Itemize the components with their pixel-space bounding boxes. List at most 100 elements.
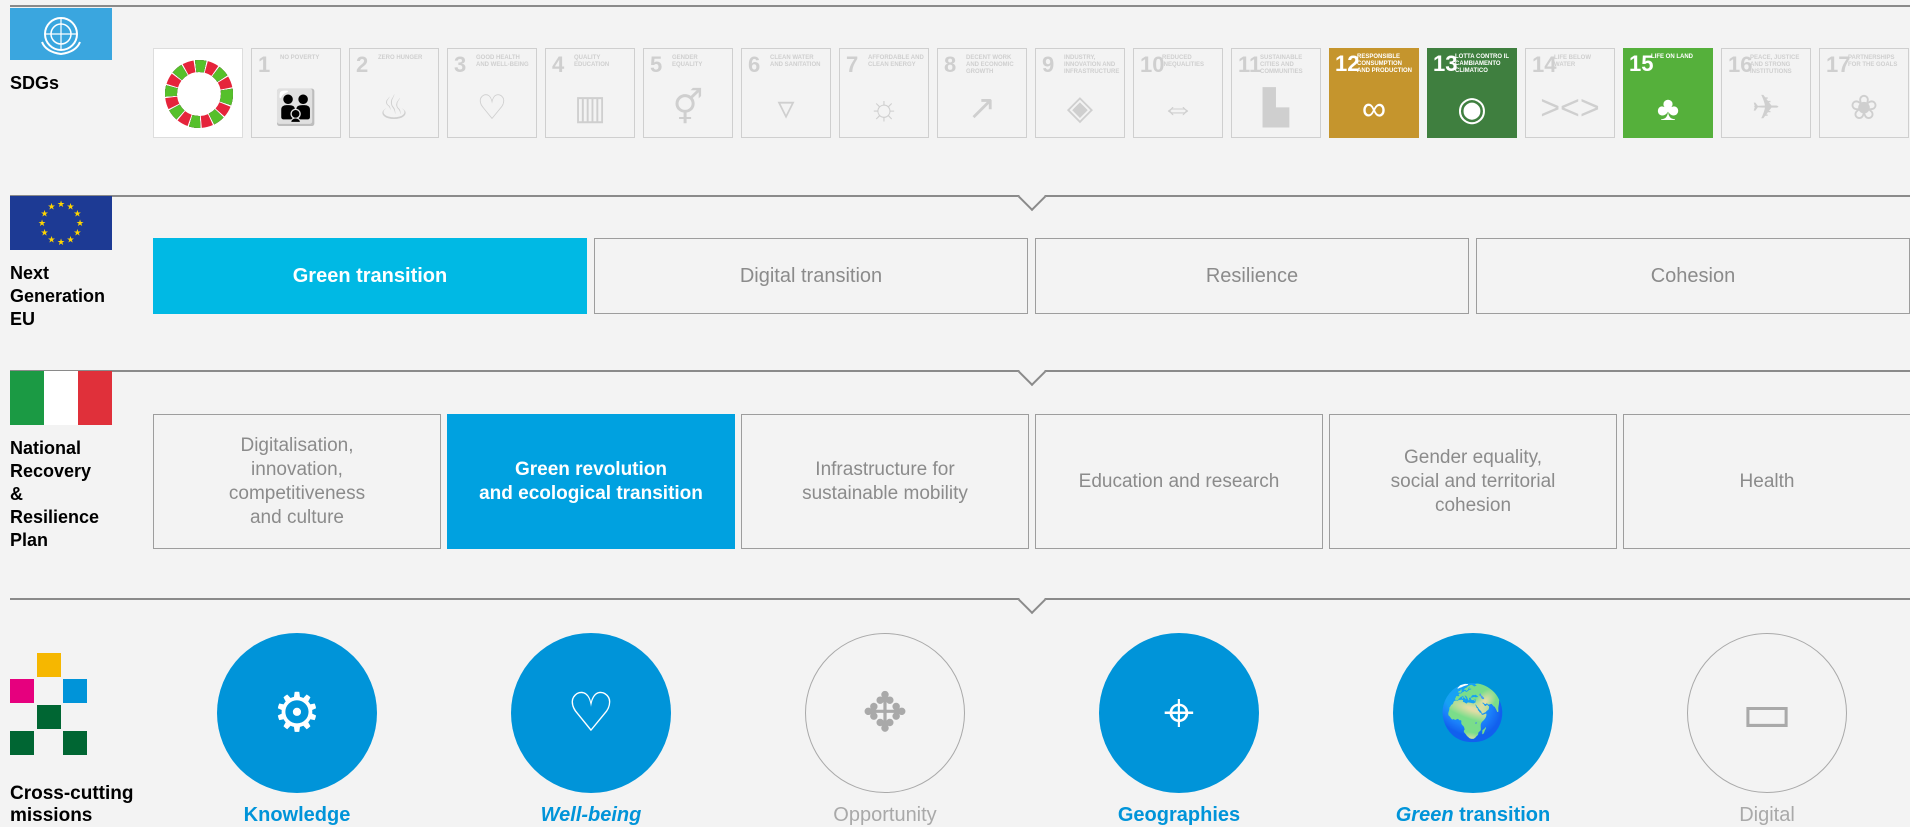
sdg-tile-17: 17 Partnerships for the goals ❀ bbox=[1819, 48, 1909, 138]
sdg-tile-16: 16 Peace, justice and strong institutions… bbox=[1721, 48, 1811, 138]
mission-label-emphasis: Green bbox=[1395, 804, 1454, 826]
sdg-number: 7 bbox=[846, 52, 859, 77]
person-arrows-icon: ✥ bbox=[862, 683, 908, 743]
mission-label-text: Knowledge bbox=[243, 804, 351, 826]
mission-circle-5: 🌍 bbox=[1393, 633, 1553, 793]
sdg-number: 3 bbox=[454, 52, 467, 77]
mission-label: Geographies bbox=[1069, 803, 1289, 827]
un-logo bbox=[10, 8, 112, 60]
city-icon: ▙ bbox=[1262, 89, 1290, 127]
sdg-title: No poverty bbox=[280, 55, 320, 61]
people-icon: 👪 bbox=[274, 89, 318, 127]
infinity-icon: ∞ bbox=[1361, 89, 1387, 128]
sdg-number: 1 bbox=[258, 52, 271, 77]
sdg-tile-3: 3 Good health and well-being ♡ bbox=[447, 48, 537, 138]
row-label-sdgs: SDGs bbox=[10, 73, 60, 93]
svg-text:★: ★ bbox=[47, 234, 55, 244]
sdg-number: 4 bbox=[552, 52, 565, 77]
svg-text:★: ★ bbox=[73, 228, 81, 238]
pnrr-mission-3: Infrastructure for sustainable mobility bbox=[741, 414, 1029, 549]
sdg-number: 11 bbox=[1238, 52, 1262, 77]
dove-icon: ✈ bbox=[1751, 89, 1781, 127]
head-gears-icon: ⚙ bbox=[272, 683, 322, 743]
sdg-title: Responsible consumption and production bbox=[1357, 54, 1412, 74]
sdg-tile-15: 15 Life on land ♣ bbox=[1623, 48, 1713, 138]
svg-text:★: ★ bbox=[76, 218, 84, 228]
mission-label-text: Opportunity bbox=[833, 804, 937, 826]
sdg-number: 2 bbox=[356, 52, 369, 77]
mission-label: Digital bbox=[1657, 803, 1877, 827]
sdg-title: Clean water and sanitation bbox=[770, 55, 821, 68]
svg-text:★: ★ bbox=[38, 218, 46, 228]
sdg-title: Affordable and clean energy bbox=[868, 55, 924, 68]
globe-leaf-icon: 🌍 bbox=[1439, 683, 1507, 743]
svg-text:★: ★ bbox=[47, 202, 55, 212]
sdg-number: 16 bbox=[1728, 52, 1753, 77]
cubes-icon: ◈ bbox=[1066, 89, 1094, 127]
growth-icon: ↗ bbox=[967, 89, 997, 127]
sdg-title: Life on land bbox=[1651, 54, 1693, 60]
mission-label: Green transition bbox=[1363, 803, 1583, 827]
mission-circle-3: ✥ bbox=[805, 633, 965, 793]
row-label-missions: Cross-cutting missions bbox=[10, 783, 134, 826]
mission-circle-2: ♡ bbox=[511, 633, 671, 793]
pnrr-mission-6: Health bbox=[1623, 414, 1910, 549]
sdg-tile-14: 14 Life below water ><> bbox=[1525, 48, 1615, 138]
divider-sdg-ngeu bbox=[10, 195, 1910, 197]
eu-flag: ★ ★ ★ ★ ★ ★ ★ ★ ★ ★ ★ ★ bbox=[10, 196, 112, 250]
sdg-number: 12 bbox=[1335, 51, 1360, 76]
svg-text:★: ★ bbox=[66, 234, 74, 244]
row-label-ngeu: Next Generation EU bbox=[10, 263, 106, 329]
sun-icon: ☼ bbox=[868, 88, 900, 127]
sdg-title: Sustainable cities and communities bbox=[1260, 55, 1303, 75]
mission-circle-1: ⚙ bbox=[217, 633, 377, 793]
mission-label-text: transition bbox=[1453, 804, 1551, 826]
bowl-icon: ♨ bbox=[378, 89, 410, 127]
sdg-number: 6 bbox=[748, 52, 761, 77]
sdg-title: Quality education bbox=[574, 55, 610, 68]
row-label-pnrr: National Recovery & Resilience Plan bbox=[10, 438, 100, 550]
sdg-number: 17 bbox=[1826, 52, 1851, 77]
sdg-title: Lotta contro il cambiamento climatico bbox=[1455, 54, 1509, 74]
ngeu-pillar-digital-transition: Digital transition bbox=[594, 238, 1028, 314]
hand-heart-icon: ♡ bbox=[566, 683, 616, 743]
rings-icon: ❀ bbox=[1849, 89, 1879, 127]
tree-icon: ♣ bbox=[1656, 89, 1680, 128]
divider-top bbox=[10, 5, 1910, 7]
book-icon: ▥ bbox=[573, 89, 607, 127]
svg-text:★: ★ bbox=[57, 199, 65, 209]
sdg-tile-6: 6 Clean water and sanitation ▿ bbox=[741, 48, 831, 138]
divider-arrow bbox=[1017, 357, 1047, 387]
sdg-number: 15 bbox=[1629, 51, 1654, 76]
sdg-title: Reduced inequalities bbox=[1162, 55, 1205, 68]
missions-logo bbox=[10, 653, 88, 757]
sdg-number: 8 bbox=[944, 52, 957, 77]
mission-label: Opportunity bbox=[775, 803, 995, 827]
divider-ngeu-pnrr bbox=[10, 370, 1910, 372]
sdg-number: 14 bbox=[1532, 52, 1557, 77]
sdg-tile-9: 9 Industry, innovation and infrastructure… bbox=[1035, 48, 1125, 138]
mission-circle-4: ⌖ bbox=[1099, 633, 1259, 793]
ngeu-pillar-resilience: Resilience bbox=[1035, 238, 1469, 314]
sdg-tile-2: 2 Zero hunger ♨ bbox=[349, 48, 439, 138]
sdg-number: 5 bbox=[650, 52, 663, 77]
water-icon: ▿ bbox=[777, 89, 795, 127]
eye-icon: ◉ bbox=[1457, 90, 1487, 128]
sdg-tile-10: 10 Reduced inequalities ⇔ bbox=[1133, 48, 1223, 138]
sdg-tile-7: 7 Affordable and clean energy ☼ bbox=[839, 48, 929, 138]
sdg-title: Industry, innovation and infrastructure bbox=[1064, 55, 1120, 75]
mission-label-text: Digital bbox=[1739, 804, 1795, 826]
sdg-tile-5: 5 Gender equality ⚥ bbox=[643, 48, 733, 138]
sdg-wheel-logo bbox=[153, 48, 243, 138]
pnrr-mission-4: Education and research bbox=[1035, 414, 1323, 549]
divider-arrow bbox=[1017, 585, 1047, 615]
gender-icon: ⚥ bbox=[672, 89, 704, 127]
sdg-title: Life below water bbox=[1554, 55, 1591, 68]
sdg-tile-13: 13 Lotta contro il cambiamento climatico ◉ bbox=[1427, 48, 1517, 138]
sdg-number: 9 bbox=[1042, 52, 1055, 77]
equal-icon: ⇔ bbox=[1161, 88, 1195, 127]
svg-text:★: ★ bbox=[73, 209, 81, 219]
sdg-tile-1: 1 No poverty 👪 bbox=[251, 48, 341, 138]
monitor-person-icon: ▭ bbox=[1741, 683, 1793, 743]
sdg-wheel-icon bbox=[165, 60, 233, 128]
